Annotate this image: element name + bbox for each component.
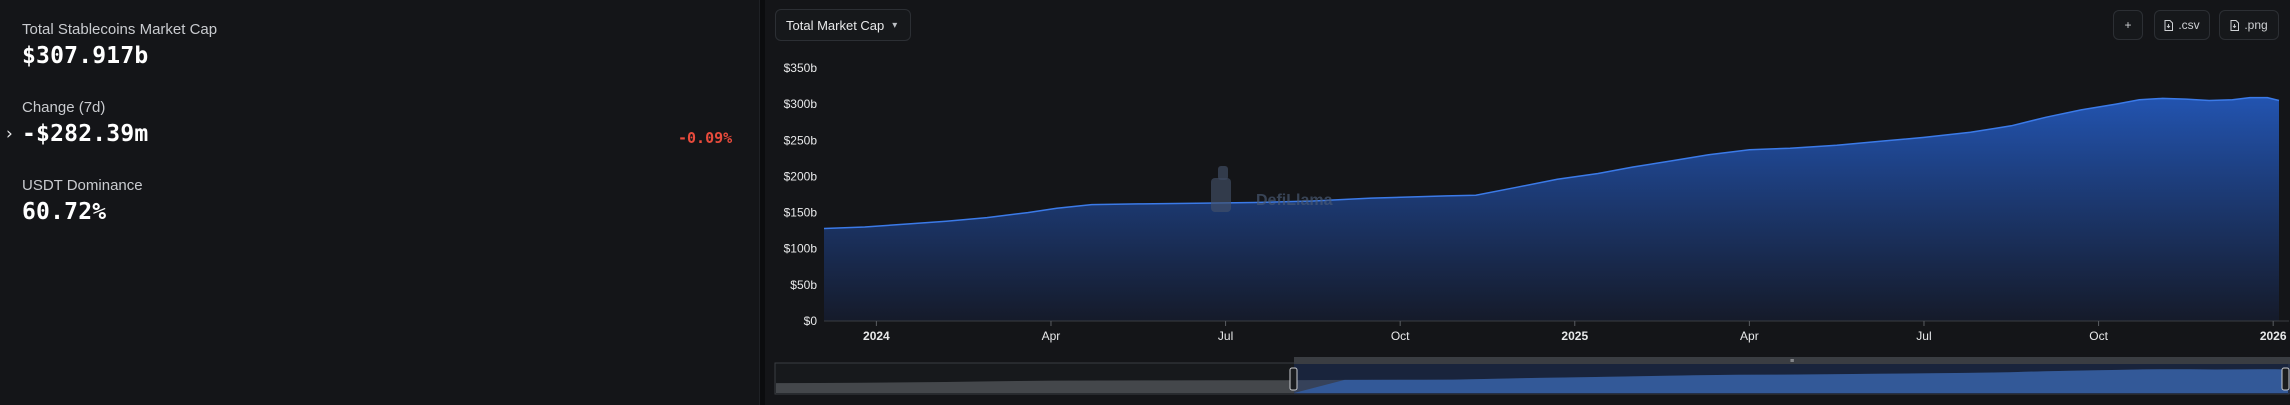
x-tick-label: Apr (1042, 329, 1061, 343)
y-tick-label: $150b (784, 206, 818, 220)
market-cap-chart[interactable]: $0 $50b $100b $150b $200b $250b $300b $350b 202… (765, 0, 2290, 405)
y-tick-label: $250b (784, 133, 818, 147)
y-tick-label: $200b (784, 169, 818, 183)
chevron-right-icon[interactable]: › (6, 124, 13, 144)
y-tick-label: $50b (790, 278, 817, 292)
y-tick-label: $0 (804, 314, 818, 328)
y-axis: $0 $50b $100b $150b $200b $250b $300b $350b (784, 61, 818, 328)
stats-panel: Total Stablecoins Market Cap $307.917b ›… (0, 0, 760, 405)
range-brush[interactable]: ≡ (774, 357, 2290, 395)
change-stat: Change (7d) -$282.39m (22, 99, 148, 147)
grip-icon: ≡ (1790, 358, 1794, 365)
x-tick-label: 2026 (2260, 329, 2287, 343)
market-cap-label: Total Stablecoins Market Cap (22, 21, 218, 38)
change-value: -$282.39m (22, 121, 149, 147)
x-tick-label: Apr (1740, 329, 1759, 343)
market-cap-stat: Total Stablecoins Market Cap $307.917b (22, 21, 217, 69)
brush-handle-right[interactable] (2281, 367, 2290, 391)
y-tick-label: $100b (784, 242, 818, 256)
chart-panel: Total Market Cap ▾ + .csv .png $0 $50b $… (765, 0, 2290, 405)
dominance-stat: USDT Dominance 60.72% (22, 177, 143, 225)
x-tick-label: Oct (1391, 329, 1410, 343)
watermark: DefiLlama (1211, 166, 1333, 212)
x-axis: 2024 Apr Jul Oct 2025 Apr Jul Oct 2026 (863, 321, 2287, 343)
change-label: Change (7d) (22, 99, 106, 116)
change-percent-badge: -0.09% (678, 129, 733, 147)
x-tick-label: Oct (2089, 329, 2108, 343)
x-tick-label: Jul (1916, 329, 1931, 343)
dominance-label: USDT Dominance (22, 177, 143, 194)
brush-handle-left[interactable] (1289, 367, 1298, 391)
x-tick-label: 2024 (863, 329, 890, 343)
watermark-text: DefiLlama (1256, 192, 1333, 209)
dominance-value: 60.72% (22, 199, 107, 225)
market-cap-value: $307.917b (22, 43, 149, 69)
x-tick-label: Jul (1218, 329, 1233, 343)
llama-logo-icon (1211, 166, 1231, 212)
y-tick-label: $350b (784, 61, 818, 75)
market-cap-area (824, 97, 2279, 321)
y-tick-label: $300b (784, 97, 818, 111)
x-tick-label: 2025 (1561, 329, 1588, 343)
